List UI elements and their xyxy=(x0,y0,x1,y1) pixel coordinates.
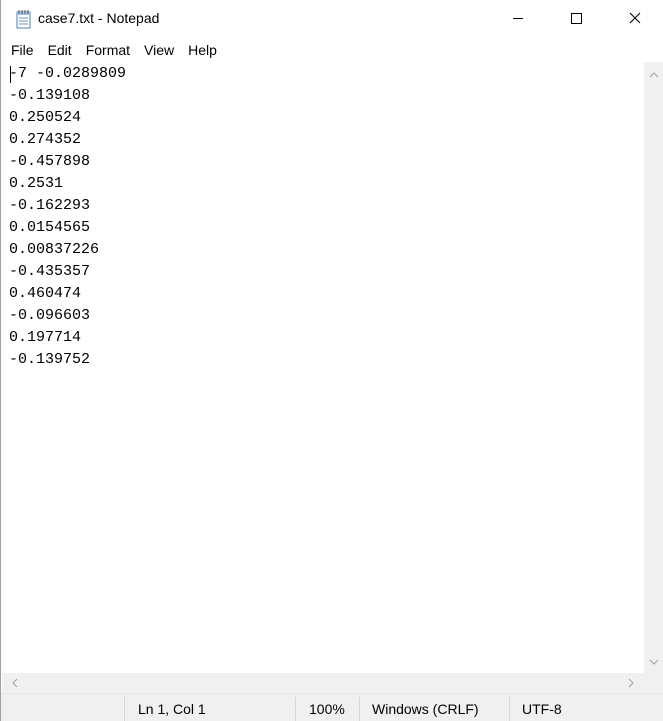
status-cursor-position: Ln 1, Col 1 xyxy=(138,701,206,717)
editor-line: -0.457898 xyxy=(9,153,91,170)
status-encoding: UTF-8 xyxy=(522,701,562,717)
menu-file[interactable]: File xyxy=(4,38,41,62)
chevron-down-icon xyxy=(649,652,659,668)
text-editor[interactable]: -7 -0.0289809 -0.139108 0.250524 0.27435… xyxy=(2,62,644,673)
editor-line: -0.435357 xyxy=(9,263,91,280)
editor-line: 0.460474 xyxy=(9,285,82,302)
editor-line: 0.00837226 xyxy=(9,241,100,258)
editor-line: 0.250524 xyxy=(9,109,82,126)
editor-line: -7 -0.0289809 xyxy=(9,65,127,82)
maximize-button[interactable] xyxy=(547,0,605,38)
scroll-up-button[interactable] xyxy=(644,64,663,82)
scroll-left-button[interactable] xyxy=(6,673,24,693)
chevron-right-icon xyxy=(628,675,634,691)
chevron-left-icon xyxy=(12,675,18,691)
notepad-icon xyxy=(15,9,33,29)
window-title: case7.txt - Notepad xyxy=(38,10,160,26)
scroll-right-button[interactable] xyxy=(622,673,640,693)
minimize-icon xyxy=(512,11,524,27)
close-icon xyxy=(629,11,641,27)
vertical-scrollbar[interactable] xyxy=(644,62,663,673)
editor-line: -0.162293 xyxy=(9,197,91,214)
maximize-icon xyxy=(570,11,582,27)
editor-line: -0.096603 xyxy=(9,307,91,324)
editor-line: -0.139108 xyxy=(9,87,91,104)
menu-bar: File Edit Format View Help xyxy=(1,38,663,62)
minimize-button[interactable] xyxy=(489,0,547,38)
notepad-window: case7.txt - Notepad File Edit Format Vie… xyxy=(0,0,663,721)
chevron-up-icon xyxy=(649,65,659,81)
close-button[interactable] xyxy=(605,0,663,38)
status-bar: Ln 1, Col 1 100% Windows (CRLF) UTF-8 xyxy=(1,693,663,721)
editor-line: 0.197714 xyxy=(9,329,82,346)
editor-line: 0.274352 xyxy=(9,131,82,148)
menu-view[interactable]: View xyxy=(137,38,181,62)
menu-help[interactable]: Help xyxy=(181,38,224,62)
title-bar[interactable]: case7.txt - Notepad xyxy=(1,0,663,38)
editor-line: 0.0154565 xyxy=(9,219,91,236)
editor-line: 0.2531 xyxy=(9,175,64,192)
status-zoom: 100% xyxy=(309,701,345,717)
editor-line: -0.139752 xyxy=(9,351,91,368)
status-line-ending: Windows (CRLF) xyxy=(372,701,479,717)
menu-edit[interactable]: Edit xyxy=(41,38,79,62)
menu-format[interactable]: Format xyxy=(79,38,137,62)
horizontal-scrollbar[interactable] xyxy=(2,673,644,693)
scroll-down-button[interactable] xyxy=(644,651,663,669)
scrollbar-corner xyxy=(644,673,663,693)
